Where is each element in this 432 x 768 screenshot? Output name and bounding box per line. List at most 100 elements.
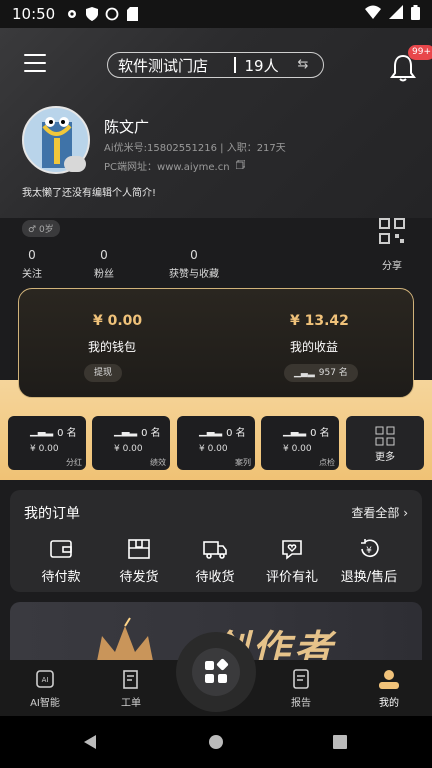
status-time: 10:50: [12, 5, 56, 23]
back-icon[interactable]: [82, 734, 98, 750]
order-label: 待收货: [195, 570, 235, 585]
tab-work-order[interactable]: 工单: [106, 668, 156, 709]
rank-icon: ▁▃▂: [283, 426, 307, 437]
heart-chat-icon: [282, 540, 302, 560]
switch-icon[interactable]: ⇆: [293, 57, 313, 73]
mini-rank: 0 名: [57, 428, 77, 439]
tab-report[interactable]: 报告: [276, 668, 326, 709]
rank-icon: ▁▃▂: [30, 426, 54, 437]
rank-label: 957 名: [318, 368, 348, 378]
mini-tag: 分红: [66, 458, 82, 467]
inspection-card[interactable]: ▁▃▂ 0 名 ¥ 0.00 点检: [261, 416, 339, 470]
rank-icon: ▁▃▂: [114, 426, 138, 437]
view-all-link[interactable]: 查看全部 ›: [351, 504, 408, 521]
grid-icon: [375, 426, 395, 446]
user-info: Ai优米号:15802551216 | 入职：217天: [104, 143, 286, 154]
case-card[interactable]: ▁▃▂ 0 名 ¥ 0.00 案列: [177, 416, 255, 470]
mini-tag: 点检: [319, 458, 335, 467]
tab-label: 工单: [121, 698, 141, 709]
tab-label: 报告: [291, 698, 311, 709]
orders-section: 我的订单 查看全部 › 待付款 待发货 待收货 评价有礼 ¥ 退换/售后: [10, 490, 422, 592]
pc-url: PC端网址：www.aiyme.cn: [104, 158, 246, 173]
svg-text:¥: ¥: [366, 546, 372, 556]
sd-card-icon: [125, 7, 139, 21]
withdraw-label: 提现: [94, 368, 113, 378]
orders-title: 我的订单: [24, 506, 80, 522]
signal-icon: [389, 5, 403, 23]
battery-icon: [411, 4, 420, 24]
income-label[interactable]: 我的收益: [290, 338, 338, 355]
mini-value: ¥ 0.00: [199, 444, 228, 454]
wallet-label[interactable]: 我的钱包: [88, 338, 136, 355]
role-badge-icon: [64, 156, 86, 172]
wallet-amount: ¥ 0.00: [93, 313, 143, 329]
stat-likes[interactable]: 0 获赞与收藏: [166, 248, 222, 280]
more-label: 更多: [375, 452, 395, 463]
mini-rank: 0 名: [141, 428, 161, 439]
box-icon: [128, 539, 150, 559]
mini-rank: 0 名: [310, 428, 330, 439]
mini-value: ¥ 0.00: [30, 444, 59, 454]
stat-value: 0: [100, 248, 108, 262]
notification-badge: 99+: [408, 45, 432, 60]
tab-mine[interactable]: 我的: [364, 668, 414, 709]
member-count: 19人: [244, 56, 279, 75]
rank-icon: ▁▃▂: [199, 426, 223, 437]
truck-icon: [203, 541, 227, 559]
mini-tag: 案列: [235, 458, 251, 467]
mini-value: ¥ 0.00: [283, 444, 312, 454]
home-icon[interactable]: [208, 734, 224, 750]
order-pending-ship[interactable]: 待发货: [104, 538, 174, 585]
more-button[interactable]: 更多: [346, 416, 424, 470]
stat-value: 0: [28, 248, 36, 262]
refund-icon: ¥: [361, 539, 379, 558]
tab-label: 我的: [379, 698, 399, 709]
system-nav-bar: [0, 716, 432, 768]
recents-icon[interactable]: [332, 734, 348, 750]
withdraw-button[interactable]: 提现: [84, 364, 123, 382]
view-all-label: 查看全部: [351, 506, 400, 520]
order-after-sale[interactable]: ¥ 退换/售后: [334, 538, 404, 585]
income-rank[interactable]: ▁▃▂ 957 名: [284, 364, 358, 382]
apps-icon[interactable]: [192, 648, 240, 696]
mini-rank: 0 名: [226, 428, 246, 439]
store-name: 软件测试门店: [118, 56, 209, 75]
svg-text:AI: AI: [42, 676, 49, 684]
order-label: 待付款: [41, 570, 81, 585]
user-bio: 我太懒了还没有编辑个人简介!: [22, 188, 157, 199]
mini-tag: 绩效: [150, 458, 166, 467]
settings-icon: [65, 7, 79, 21]
dividend-card[interactable]: ▁▃▂ 0 名 ¥ 0.00 分红: [8, 416, 86, 470]
chevron-right-icon: ›: [403, 506, 408, 520]
stat-followers[interactable]: 0 粉丝: [92, 248, 116, 280]
clipboard-icon: [123, 670, 138, 689]
age-label: 0岁: [38, 225, 54, 235]
stat-label: 关注: [22, 269, 42, 280]
menu-icon[interactable]: [24, 54, 46, 72]
order-pending-receive[interactable]: 待收货: [180, 538, 250, 585]
pc-url-label: PC端网址：www.aiyme.cn: [104, 162, 230, 173]
order-label: 待发货: [119, 570, 159, 585]
store-divider: [234, 57, 236, 73]
tab-label: AI智能: [30, 698, 60, 709]
stat-label: 获赞与收藏: [169, 269, 219, 280]
sync-icon: [105, 7, 119, 21]
person-icon: [379, 670, 399, 689]
wallet-icon: [50, 540, 72, 558]
share-button[interactable]: 分享: [374, 218, 410, 272]
order-label: 评价有礼: [265, 570, 318, 585]
shield-icon: [85, 7, 99, 21]
mini-value: ¥ 0.00: [114, 444, 143, 454]
store-selector[interactable]: 软件测试门店 19人 ⇆: [107, 52, 324, 78]
performance-card[interactable]: ▁▃▂ 0 名 ¥ 0.00 绩效: [92, 416, 170, 470]
share-label: 分享: [382, 261, 402, 272]
stat-following[interactable]: 0 关注: [20, 248, 44, 280]
order-pending-payment[interactable]: 待付款: [26, 538, 96, 585]
user-name: 陈文广: [104, 118, 150, 136]
copy-icon[interactable]: [235, 159, 246, 172]
income-amount: ¥ 13.42: [290, 313, 349, 329]
order-review-reward[interactable]: 评价有礼: [257, 538, 327, 585]
wifi-icon: [365, 5, 381, 23]
tab-ai[interactable]: AI AI智能: [20, 668, 70, 709]
report-icon: [293, 669, 309, 689]
